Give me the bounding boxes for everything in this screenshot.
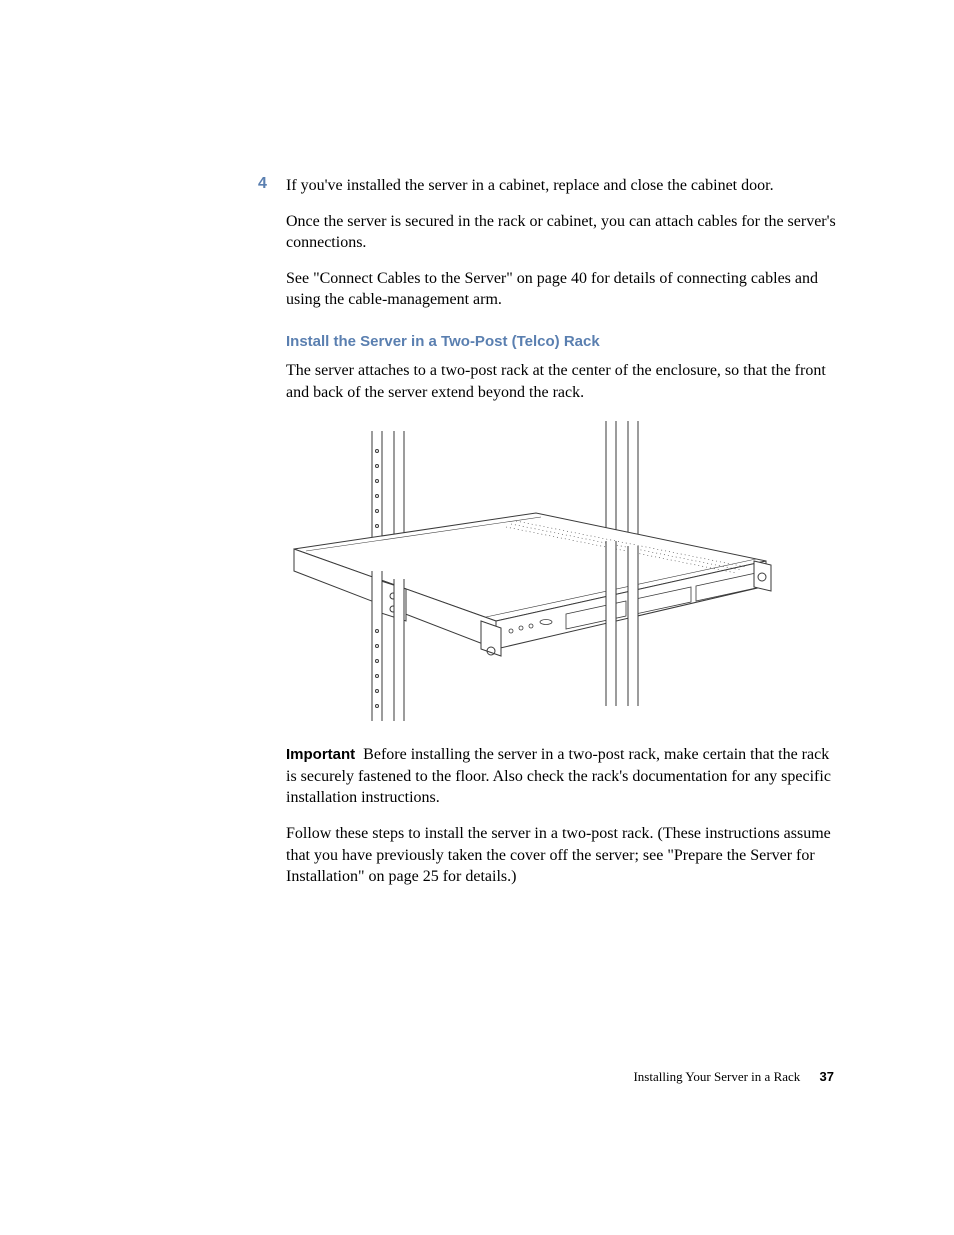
important-paragraph: Important Before installing the server i… (286, 744, 836, 809)
paragraph-4: Follow these steps to install the server… (286, 823, 836, 888)
step-text: If you've installed the server in a cabi… (286, 175, 836, 197)
step-4-block: 4 If you've installed the server in a ca… (286, 175, 836, 197)
step-number: 4 (258, 175, 267, 193)
paragraph-3: The server attaches to a two-post rack a… (286, 360, 836, 403)
important-text: Before installing the server in a two-po… (286, 746, 831, 806)
footer-chapter-title: Installing Your Server in a Rack (633, 1069, 800, 1084)
paragraph-1: Once the server is secured in the rack o… (286, 211, 836, 254)
main-content: 4 If you've installed the server in a ca… (286, 175, 836, 902)
page-footer: Installing Your Server in a Rack 37 (633, 1069, 834, 1085)
paragraph-2: See "Connect Cables to the Server" on pa… (286, 268, 836, 311)
important-label: Important (286, 746, 355, 763)
server-rack-illustration (286, 421, 776, 726)
document-page: 4 If you've installed the server in a ca… (0, 0, 954, 1235)
section-heading: Install the Server in a Two-Post (Telco)… (286, 333, 836, 350)
footer-page-number: 37 (820, 1069, 834, 1084)
